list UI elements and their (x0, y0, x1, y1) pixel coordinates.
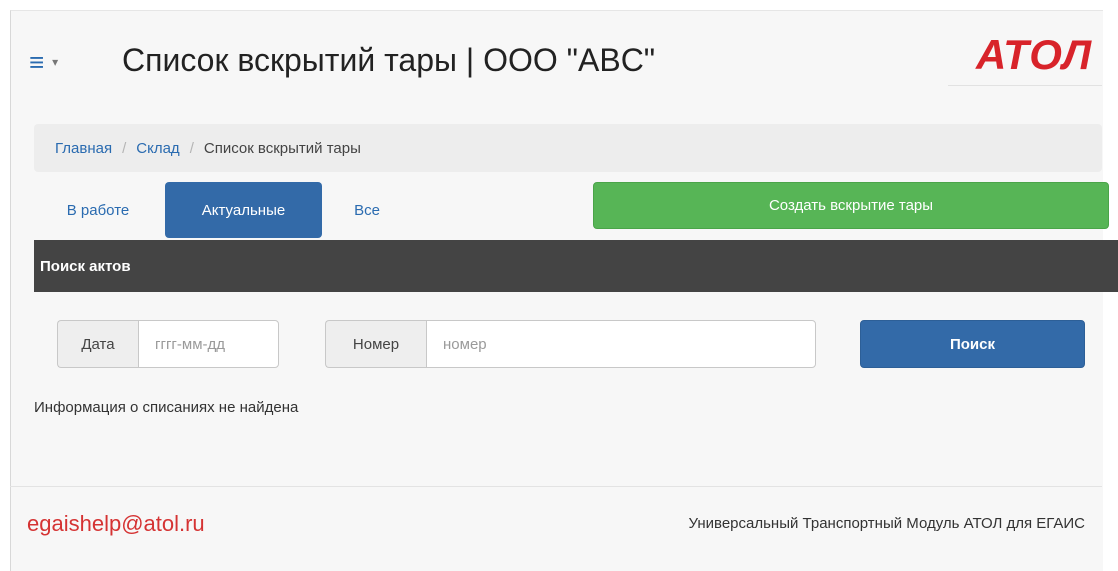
breadcrumb-warehouse-link[interactable]: Склад (136, 140, 179, 157)
menu-toggle[interactable]: ≡ ▾ (29, 46, 58, 78)
number-input-group: Номер (325, 320, 816, 368)
tab-actual[interactable]: Актуальные (165, 182, 322, 238)
search-panel-title: Поиск актов (34, 240, 1118, 292)
empty-message: Информация о списаниях не найдена (34, 399, 299, 416)
breadcrumb-separator: / (122, 139, 127, 157)
number-addon-label: Номер (325, 320, 426, 368)
search-button[interactable]: Поиск (860, 320, 1085, 368)
tab-in-progress[interactable]: В работе (48, 182, 148, 238)
atol-logo-svg: АТОЛ (975, 31, 1092, 78)
date-input-group: Дата (57, 320, 279, 368)
date-input[interactable] (138, 320, 279, 368)
breadcrumb-home-link[interactable]: Главная (55, 140, 112, 157)
tab-all[interactable]: Все (338, 182, 396, 238)
breadcrumb-current: Список вскрытий тары (203, 139, 361, 157)
support-email-link[interactable]: egaishelp@atol.ru (27, 511, 205, 537)
hamburger-icon: ≡ (29, 47, 45, 77)
atol-logo: АТОЛ (975, 29, 1101, 82)
product-name: Универсальный Транспортный Модуль АТОЛ д… (688, 515, 1085, 532)
divider (948, 85, 1102, 86)
number-input[interactable] (426, 320, 816, 368)
create-opening-button[interactable]: Создать вскрытие тары (593, 182, 1109, 229)
breadcrumb: Главная / Склад / Список вскрытий тары (34, 124, 1102, 172)
svg-text:АТОЛ: АТОЛ (975, 31, 1092, 77)
footer-divider (10, 486, 1102, 487)
caret-down-icon: ▾ (52, 55, 59, 69)
breadcrumb-separator: / (189, 139, 194, 157)
page-title: Список вскрытий тары | ООО "ABC" (122, 42, 656, 78)
date-addon-label: Дата (57, 320, 138, 368)
